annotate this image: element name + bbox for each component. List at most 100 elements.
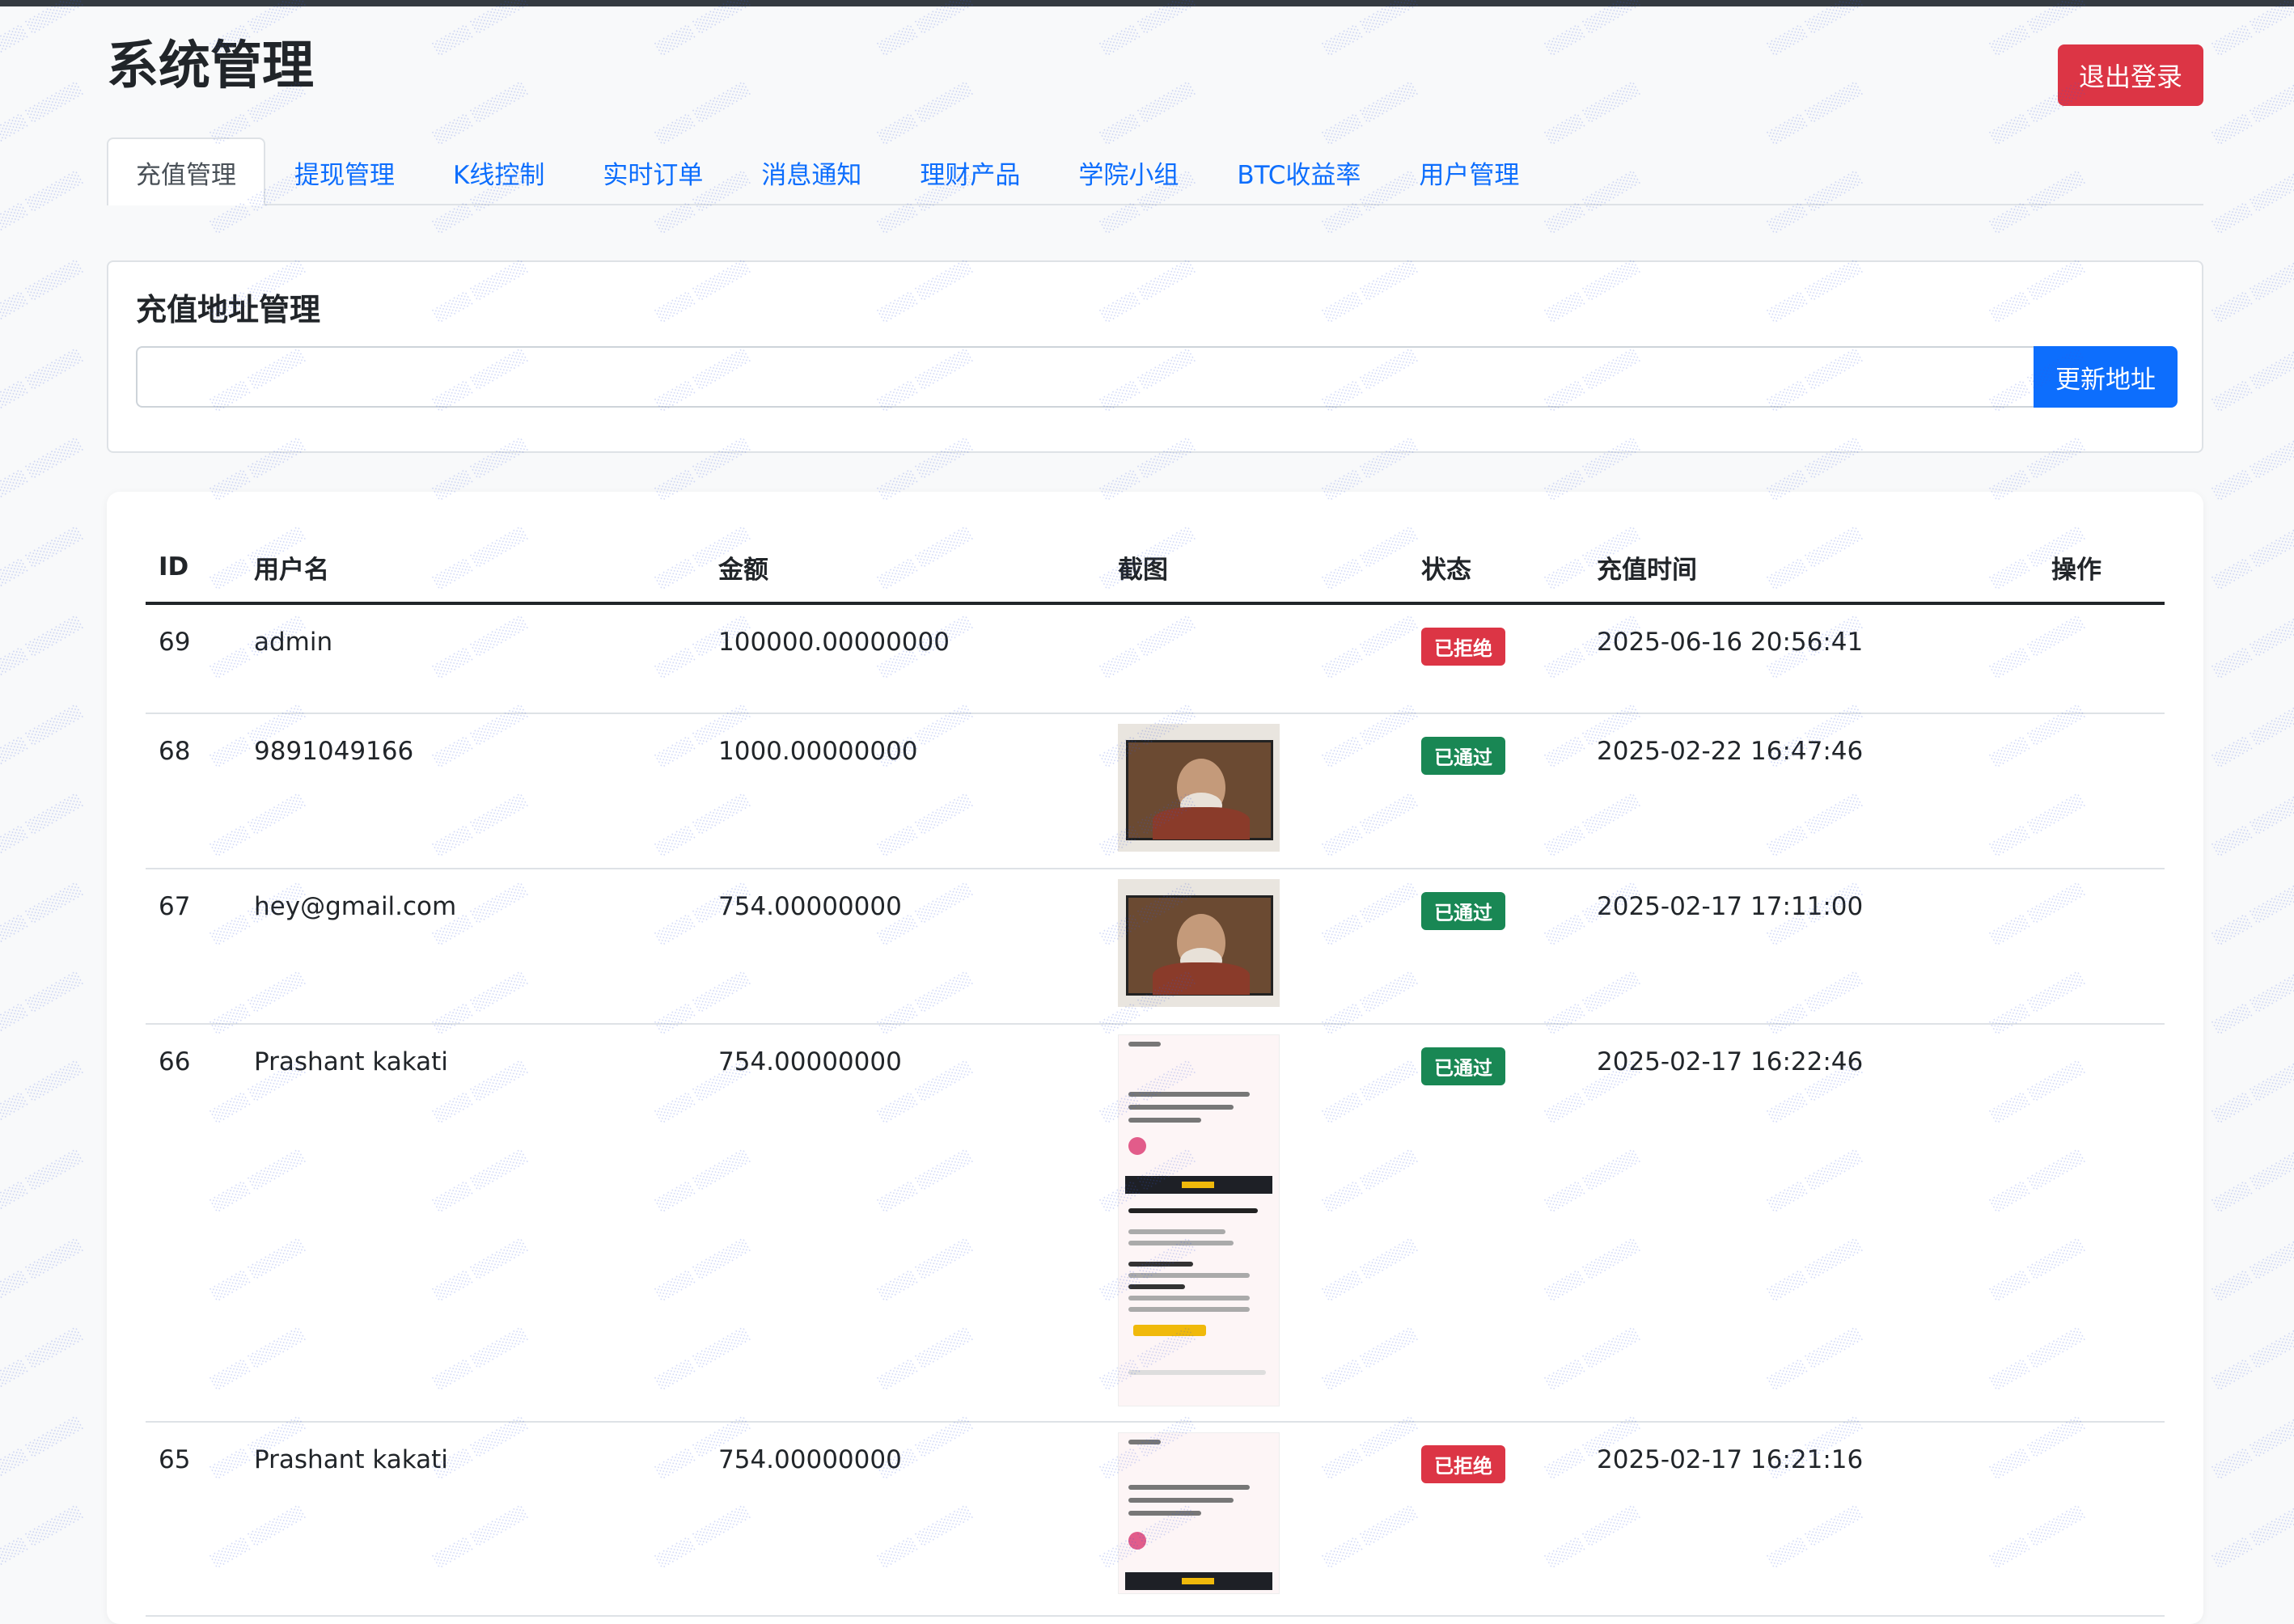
cell-status: 已通过	[1408, 1024, 1584, 1423]
cell-screenshot	[1105, 869, 1408, 1025]
cell-time: 2025-02-22 16:47:46	[1584, 713, 2038, 869]
watermark-mark: ░░░░ ░░░░░░	[2211, 1237, 2294, 1302]
cell-username: hey@gmail.com	[241, 869, 705, 1025]
screenshot-thumbnail[interactable]	[1118, 1432, 1280, 1594]
watermark-mark: ░░░░ ░░░░░░	[2211, 1326, 2294, 1391]
watermark-mark: ░░░░ ░░░░░░	[0, 80, 85, 146]
table-row: 67 hey@gmail.com 754.00000000 已通过 2025-0…	[146, 869, 2165, 1025]
recharge-address-title: 充值地址管理	[136, 292, 321, 328]
cell-amount: 754.00000000	[705, 1422, 1105, 1617]
status-badge: 已拒绝	[1421, 1445, 1505, 1483]
watermark-mark: ░░░░ ░░░░░░	[0, 1503, 85, 1569]
cell-actions	[2038, 603, 2165, 714]
cell-amount: 754.00000000	[705, 1024, 1105, 1423]
watermark-mark: ░░░░ ░░░░░░	[2211, 970, 2294, 1035]
screenshot-thumbnail[interactable]	[1118, 1034, 1280, 1406]
cell-time: 2025-02-17 16:22:46	[1584, 1024, 2038, 1423]
tab-realtime-orders[interactable]: 实时订单	[574, 137, 732, 205]
cell-time: 2025-02-17 17:11:00	[1584, 869, 2038, 1025]
cell-time: 2025-06-16 20:56:41	[1584, 603, 2038, 714]
watermark-mark: ░░░░ ░░░░░░	[0, 1415, 85, 1480]
watermark-mark: ░░░░ ░░░░░░	[2211, 525, 2294, 590]
cell-status: 已通过	[1408, 713, 1584, 869]
cell-id: 67	[146, 869, 241, 1025]
status-badge: 已通过	[1421, 892, 1505, 930]
logout-button[interactable]: 退出登录	[2058, 44, 2203, 106]
recharge-table: ID 用户名 金额 截图 状态 充值时间 操作 69 admin 100000.…	[146, 532, 2165, 1617]
status-badge: 已拒绝	[1421, 628, 1505, 666]
watermark-mark: ░░░░ ░░░░░░	[0, 614, 85, 679]
watermark-mark: ░░░░ ░░░░░░	[0, 169, 85, 235]
cell-username: Prashant kakati	[241, 1422, 705, 1617]
watermark-mark: ░░░░ ░░░░░░	[0, 347, 85, 412]
cell-id: 68	[146, 713, 241, 869]
recharge-address-input[interactable]	[136, 346, 2034, 408]
tab-notifications[interactable]: 消息通知	[732, 137, 891, 205]
watermark-mark: ░░░░ ░░░░░░	[0, 1326, 85, 1391]
watermark-mark: ░░░░ ░░░░░░	[2211, 0, 2294, 57]
tab-kline[interactable]: K线控制	[424, 137, 574, 205]
screenshot-thumbnail[interactable]	[1118, 724, 1280, 852]
tab-wealth-products[interactable]: 理财产品	[891, 137, 1049, 205]
column-header-time: 充值时间	[1584, 532, 2038, 605]
page-title: 系统管理	[107, 36, 314, 96]
table-row: 66 Prashant kakati 754.00000000 已通过 2025…	[146, 1024, 2165, 1423]
watermark-mark: ░░░░ ░░░░░░	[2211, 881, 2294, 946]
cell-status: 已通过	[1408, 869, 1584, 1025]
cell-id: 65	[146, 1422, 241, 1617]
watermark-mark: ░░░░ ░░░░░░	[2211, 792, 2294, 857]
screenshot-thumbnail[interactable]	[1118, 879, 1280, 1007]
recharge-table-card: ID 用户名 金额 截图 状态 充值时间 操作 69 admin 100000.…	[107, 492, 2203, 1624]
watermark-mark: ░░░░ ░░░░░░	[0, 1059, 85, 1124]
watermark-mark: ░░░░ ░░░░░░	[2211, 80, 2294, 146]
cell-id: 69	[146, 603, 241, 714]
watermark-mark: ░░░░ ░░░░░░	[2211, 169, 2294, 235]
cell-amount: 100000.00000000	[705, 603, 1105, 714]
cell-screenshot	[1105, 713, 1408, 869]
tab-btc-yield[interactable]: BTC收益率	[1208, 137, 1390, 205]
table-row: 65 Prashant kakati 754.00000000 已拒绝 2025…	[146, 1422, 2165, 1617]
cell-status: 已拒绝	[1408, 1422, 1584, 1617]
watermark-mark: ░░░░ ░░░░░░	[0, 258, 85, 324]
cell-actions	[2038, 1024, 2165, 1423]
watermark-mark: ░░░░ ░░░░░░	[2211, 436, 2294, 501]
recharge-address-card: 充值地址管理 更新地址	[107, 260, 2203, 453]
cell-username: admin	[241, 603, 705, 714]
status-badge: 已通过	[1421, 1047, 1505, 1085]
watermark-mark: ░░░░ ░░░░░░	[2211, 614, 2294, 679]
table-row: 68 9891049166 1000.00000000 已通过 2025-02-…	[146, 713, 2165, 869]
column-header-id: ID	[146, 532, 241, 605]
tab-user-management[interactable]: 用户管理	[1390, 137, 1548, 205]
table-header-row: ID 用户名 金额 截图 状态 充值时间 操作	[146, 532, 2165, 605]
table-row: 69 admin 100000.00000000 已拒绝 2025-06-16 …	[146, 603, 2165, 714]
cell-screenshot	[1105, 1024, 1408, 1423]
watermark-mark: ░░░░ ░░░░░░	[2211, 1415, 2294, 1480]
status-badge: 已通过	[1421, 737, 1505, 775]
watermark-mark: ░░░░ ░░░░░░	[2211, 258, 2294, 324]
cell-id: 66	[146, 1024, 241, 1423]
watermark-mark: ░░░░ ░░░░░░	[0, 525, 85, 590]
page-header: 系统管理 退出登录	[107, 6, 2203, 136]
cell-username: Prashant kakati	[241, 1024, 705, 1423]
column-header-amount: 金额	[705, 532, 1105, 605]
cell-status: 已拒绝	[1408, 603, 1584, 714]
cell-time: 2025-02-17 16:21:16	[1584, 1422, 2038, 1617]
cell-actions	[2038, 869, 2165, 1025]
cell-username: 9891049166	[241, 713, 705, 869]
watermark-mark: ░░░░ ░░░░░░	[0, 1237, 85, 1302]
column-header-username: 用户名	[241, 532, 705, 605]
admin-page: 系统管理 退出登录 充值管理 提现管理 K线控制 实时订单 消息通知 理财产品 …	[107, 6, 2203, 1624]
cell-amount: 1000.00000000	[705, 713, 1105, 869]
tab-withdraw[interactable]: 提现管理	[265, 137, 424, 205]
tab-bar: 充值管理 提现管理 K线控制 实时订单 消息通知 理财产品 学院小组 BTC收益…	[107, 136, 2203, 205]
update-address-button[interactable]: 更新地址	[2034, 346, 2178, 408]
watermark-mark: ░░░░ ░░░░░░	[2211, 347, 2294, 412]
tab-recharge[interactable]: 充值管理	[107, 137, 265, 205]
cell-screenshot	[1105, 603, 1408, 714]
watermark-mark: ░░░░ ░░░░░░	[0, 792, 85, 857]
cell-actions	[2038, 713, 2165, 869]
watermark-mark: ░░░░ ░░░░░░	[2211, 1059, 2294, 1124]
watermark-mark: ░░░░ ░░░░░░	[0, 970, 85, 1035]
watermark-mark: ░░░░ ░░░░░░	[0, 1148, 85, 1213]
tab-academy-groups[interactable]: 学院小组	[1049, 137, 1208, 205]
